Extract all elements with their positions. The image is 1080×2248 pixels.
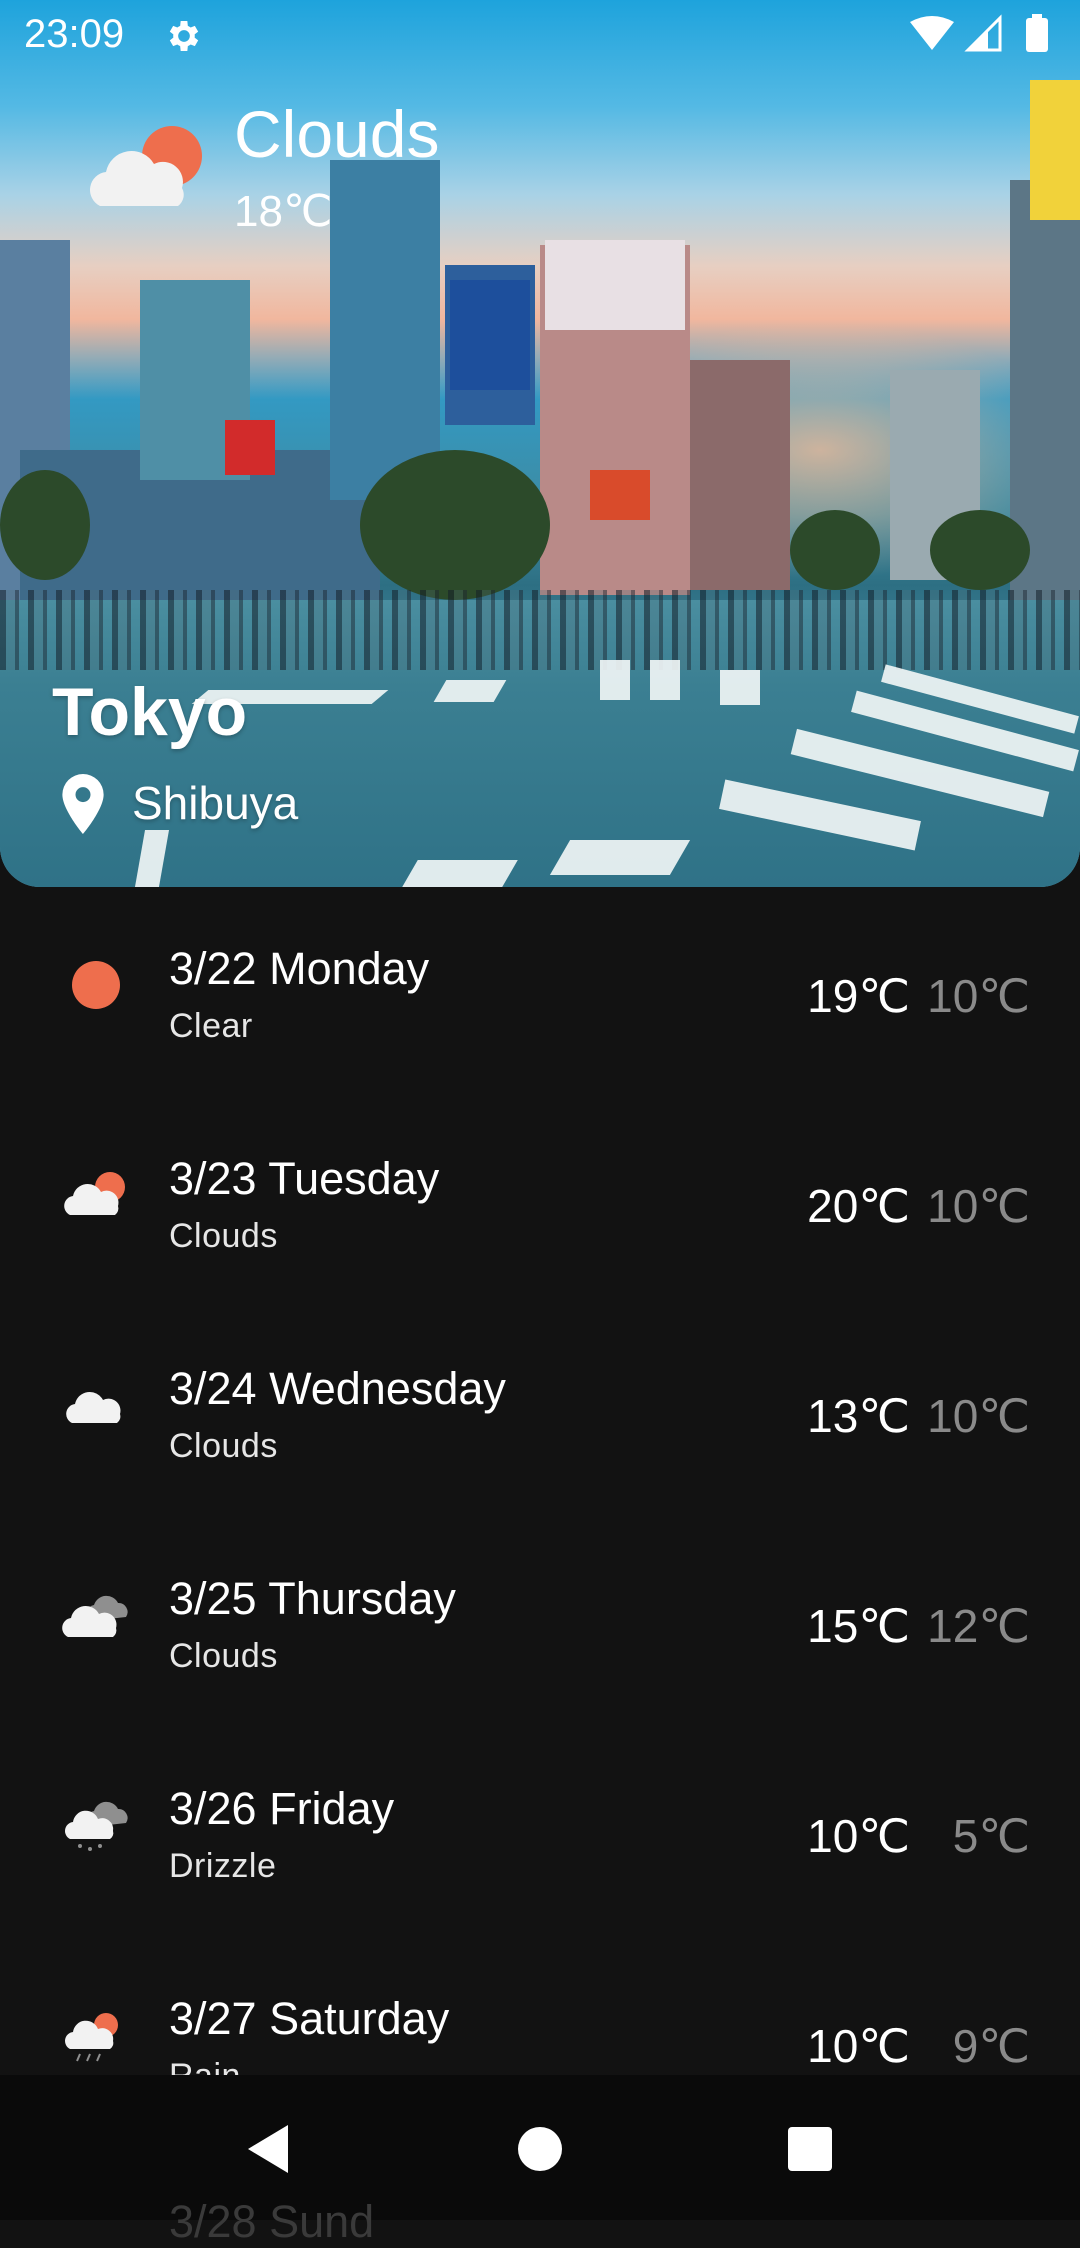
back-icon[interactable]: [240, 2119, 300, 2179]
hero-header: 23:09 Clouds 18℃ Tokyo Shibuya: [0, 0, 1080, 887]
forecast-date: 3/25 Thursday: [169, 1573, 456, 1624]
battery-icon: [1026, 18, 1048, 52]
forecast-date: 3/24 Wednesday: [169, 1363, 506, 1414]
forecast-low: 5℃: [952, 1810, 1030, 1862]
status-icons: [910, 14, 1048, 52]
drizzle-icon: [65, 1801, 128, 1851]
forecast-row[interactable]: 3/26 Friday Drizzle 10℃ 5℃: [0, 1727, 1080, 1937]
forecast-high: 10℃: [807, 2020, 910, 2072]
status-time: 23:09: [24, 12, 125, 56]
forecast-condition: Clouds: [169, 1427, 278, 1465]
cloud-sun-icon: [64, 1172, 125, 1215]
current-condition: Clouds: [234, 97, 440, 171]
sun-icon: [72, 961, 120, 1009]
forecast-condition: Clear: [169, 1007, 253, 1045]
forecast-row[interactable]: 3/24 Wednesday Clouds 13℃ 10℃: [0, 1307, 1080, 1517]
city-name: Tokyo: [52, 674, 248, 750]
forecast-low: 10℃: [927, 1390, 1030, 1442]
district-name: Shibuya: [132, 777, 299, 829]
forecast-condition: Clouds: [169, 1217, 278, 1255]
forecast-row[interactable]: 3/25 Thursday Clouds 15℃ 12℃: [0, 1517, 1080, 1727]
forecast-high: 15℃: [807, 1600, 910, 1652]
forecast-row[interactable]: 3/22 Monday Clear 19℃ 10℃: [0, 887, 1080, 1097]
forecast-low: 12℃: [927, 1600, 1030, 1652]
clouds-icon: [62, 1595, 128, 1637]
rain-icon: [65, 2013, 118, 2062]
current-weather-icon: [90, 126, 202, 206]
current-temperature: 18℃: [234, 187, 333, 236]
forecast-date: 3/22 Monday: [169, 943, 430, 994]
forecast-condition: Clouds: [169, 1637, 278, 1675]
forecast-row[interactable]: 3/23 Tuesday Clouds 20℃ 10℃: [0, 1097, 1080, 1307]
forecast-high: 13℃: [807, 1390, 910, 1442]
system-navigation-bar: [0, 2075, 1080, 2220]
wifi-icon: [910, 16, 954, 50]
settings-gear-icon[interactable]: [164, 16, 204, 56]
forecast-high: 19℃: [807, 970, 910, 1022]
forecast-date: 3/23 Tuesday: [169, 1153, 440, 1204]
forecast-date-partial: 3/28 Sund: [169, 2196, 375, 2247]
forecast-date: 3/27 Saturday: [169, 1993, 450, 2044]
recents-icon[interactable]: [780, 2119, 840, 2179]
forecast-low: 9℃: [952, 2020, 1030, 2072]
forecast-low: 10℃: [927, 1180, 1030, 1232]
forecast-high: 10℃: [807, 1810, 910, 1862]
forecast-high: 20℃: [807, 1180, 910, 1232]
forecast-condition: Drizzle: [169, 1847, 277, 1885]
forecast-low: 10℃: [927, 970, 1030, 1022]
forecast-date: 3/26 Friday: [169, 1783, 395, 1834]
location-pin-icon: [62, 774, 104, 834]
cloud-icon: [66, 1391, 121, 1423]
home-icon[interactable]: [510, 2119, 570, 2179]
